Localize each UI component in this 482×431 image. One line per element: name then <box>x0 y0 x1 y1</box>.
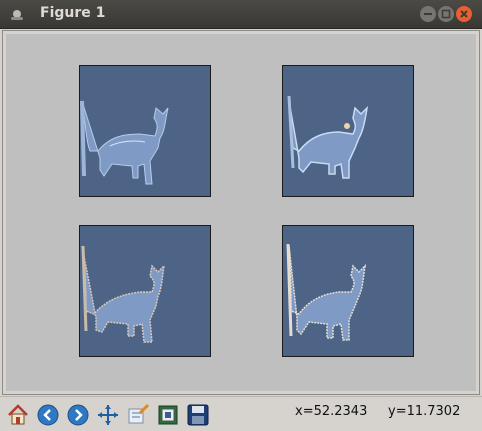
cat-image <box>286 243 367 341</box>
maximize-button[interactable] <box>438 6 454 22</box>
maximize-icon <box>441 9 451 19</box>
cat-image <box>80 100 169 185</box>
window-title: Figure 1 <box>40 5 106 21</box>
back-arrow-icon <box>37 404 59 426</box>
save-button[interactable] <box>184 401 212 429</box>
pan-button[interactable] <box>94 401 122 429</box>
minimize-icon <box>424 13 432 15</box>
configure-subplots-button[interactable] <box>154 401 182 429</box>
home-button[interactable] <box>4 401 32 429</box>
back-button[interactable] <box>34 401 62 429</box>
cat-image <box>81 245 166 343</box>
app-icon <box>11 10 23 20</box>
close-button[interactable] <box>456 6 472 22</box>
subplot-bottom-right[interactable] <box>282 225 414 357</box>
subplot-bottom-left[interactable] <box>79 225 211 357</box>
subplots-config-icon <box>158 405 178 425</box>
figure-canvas[interactable] <box>6 34 476 391</box>
navigation-toolbar: x=52.2343 y=11.7302 <box>0 396 482 431</box>
save-icon <box>187 404 209 426</box>
cat-image <box>287 95 369 179</box>
title-bar[interactable]: Figure 1 <box>0 0 482 29</box>
x-coordinate-readout: x=52.2343 <box>295 404 368 419</box>
y-coordinate-readout: y=11.7302 <box>388 404 461 419</box>
subplot-top-right[interactable] <box>282 65 414 197</box>
subplot-top-left[interactable] <box>79 65 211 197</box>
zoom-button[interactable] <box>124 401 152 429</box>
home-icon <box>8 404 28 425</box>
forward-arrow-icon <box>67 404 89 426</box>
close-icon <box>460 10 468 18</box>
figure-canvas-frame <box>2 30 480 395</box>
pan-icon <box>98 405 118 425</box>
zoom-icon <box>128 403 150 424</box>
minimize-button[interactable] <box>420 6 436 22</box>
figure-window: Figure 1 x=52.2343 y=11.7302 <box>0 0 482 431</box>
forward-button[interactable] <box>64 401 92 429</box>
